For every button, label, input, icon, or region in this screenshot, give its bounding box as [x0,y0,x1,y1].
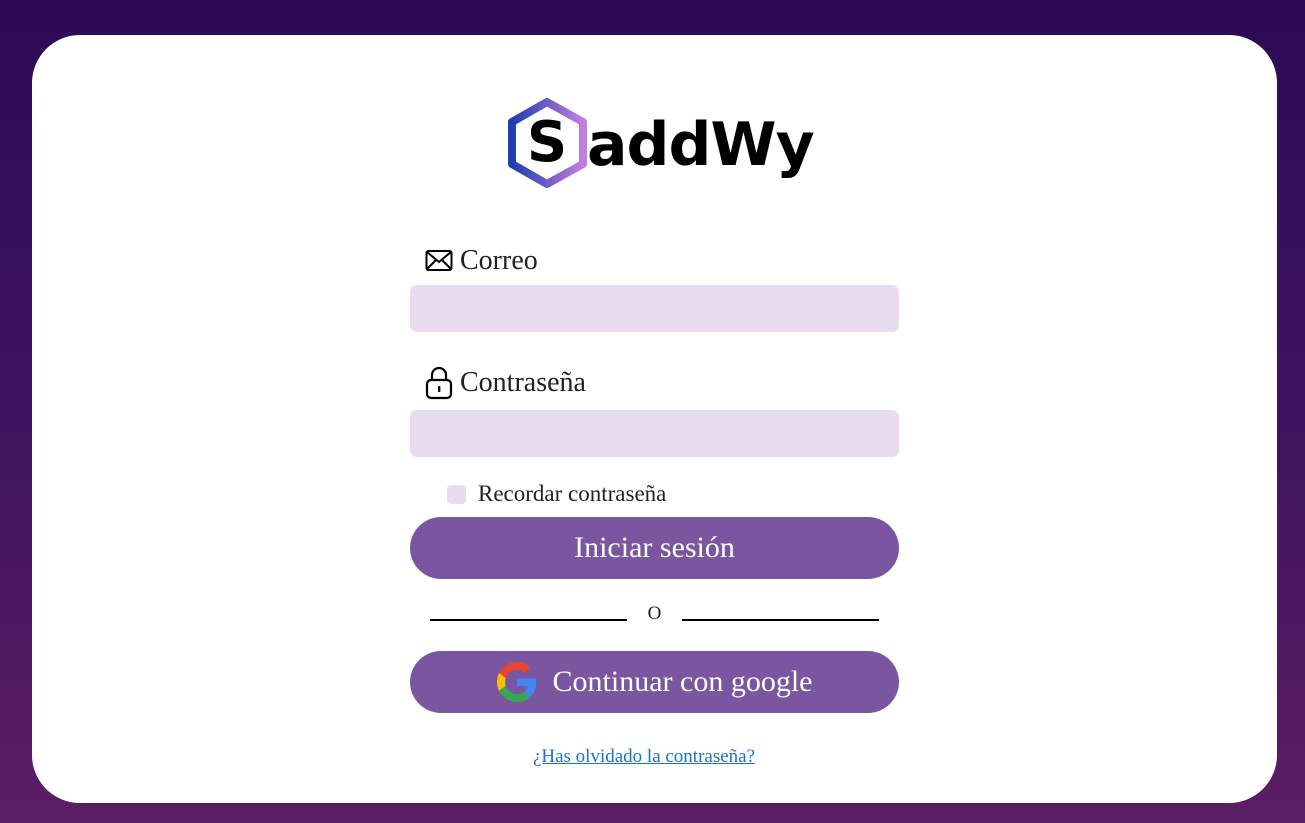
lock-icon [424,365,454,401]
email-label: Correo [424,243,538,279]
brand-logo: S addWy [507,97,815,189]
logo-letter: S [526,110,568,175]
forgot-password-link[interactable]: ¿Has olvidado la contraseña? [533,746,755,767]
remember-password-option[interactable]: Recordar contraseña [447,481,666,507]
login-button-label: Iniciar sesión [574,531,735,564]
remember-checkbox[interactable] [447,484,466,504]
login-card: S addWy Correo Contraseña Recordar contr… [32,35,1277,803]
divider-line-left [430,619,627,621]
logo-wordmark: addWy [587,110,815,180]
remember-label: Recordar contraseña [478,481,667,506]
divider-text: O [647,603,662,624]
envelope-icon [424,243,454,279]
forgot-password: ¿Has olvidado la contraseña? [410,746,878,768]
or-divider: O [430,601,879,631]
login-button[interactable]: Iniciar sesión [410,517,899,579]
password-field[interactable] [410,410,899,457]
email-label-text: Correo [460,245,538,276]
google-button-label: Continuar con google [552,665,813,698]
password-label-text: Contraseña [460,367,586,398]
password-label: Contraseña [424,365,586,401]
divider-line-right [682,619,879,621]
google-icon [496,662,537,702]
email-field[interactable] [410,285,899,332]
google-signin-button[interactable]: Continuar con google [410,651,899,713]
